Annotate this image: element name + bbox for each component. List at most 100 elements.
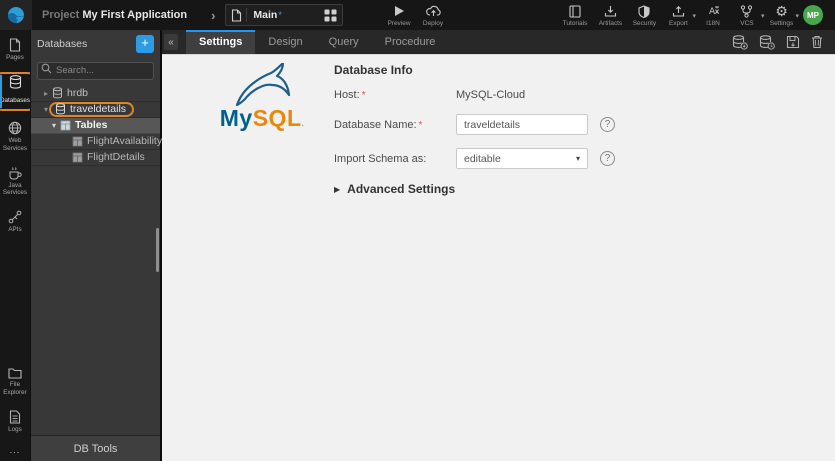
i18n-translate-icon: A bbox=[706, 4, 720, 18]
globe-icon bbox=[8, 121, 22, 135]
db-export-icon[interactable] bbox=[732, 34, 748, 50]
security-button[interactable]: Security bbox=[627, 4, 661, 27]
preview-button[interactable]: Preview bbox=[382, 4, 416, 27]
tree-item-label: Tables bbox=[75, 119, 108, 131]
export-button[interactable]: Export bbox=[661, 4, 695, 27]
tree-item-flightavailability[interactable]: FlightAvailability bbox=[31, 134, 162, 150]
required-marker: * bbox=[361, 90, 366, 101]
page-selector[interactable]: Main * bbox=[225, 4, 344, 26]
select-caret-icon: ▾ bbox=[575, 154, 580, 163]
tree-item-label: traveldetails bbox=[70, 103, 127, 115]
tab-procedure[interactable]: Procedure bbox=[372, 30, 449, 54]
page-icon bbox=[9, 38, 21, 52]
sidebar-item-databases[interactable]: Databases bbox=[0, 71, 35, 111]
divider bbox=[246, 8, 248, 22]
sidebar-label: Web Services bbox=[2, 136, 28, 152]
sidebar-label: APIs bbox=[8, 226, 22, 234]
import-schema-value: editable bbox=[464, 152, 501, 165]
database-tree: ▸ hrdb ▾ traveldetails ▾ Tables FlightAv… bbox=[31, 86, 162, 436]
page-icon bbox=[232, 8, 242, 22]
search-icon bbox=[41, 63, 52, 74]
user-avatar[interactable]: MP bbox=[803, 5, 823, 25]
tab-design[interactable]: Design bbox=[255, 30, 315, 54]
databases-panel: Databases + ▸ hrdb bbox=[30, 30, 162, 461]
sidebar-item-logs[interactable]: Logs bbox=[0, 408, 30, 436]
db-reimport-icon[interactable] bbox=[759, 34, 775, 50]
deploy-button[interactable]: Deploy bbox=[416, 4, 450, 27]
advanced-settings-toggle[interactable]: ▶ Advanced Settings bbox=[334, 182, 615, 196]
host-label: Host: * bbox=[334, 89, 366, 101]
database-icon bbox=[56, 103, 65, 115]
chevron-right-icon: › bbox=[211, 7, 216, 23]
chevron-expanded-icon[interactable]: ▾ bbox=[49, 121, 59, 130]
panel-scrollbar[interactable] bbox=[156, 228, 159, 272]
mysql-word-sql: SQL bbox=[252, 105, 302, 131]
tree-item-label: hrdb bbox=[67, 87, 89, 99]
mysql-logo: MySQL. bbox=[202, 63, 322, 130]
search-input[interactable] bbox=[37, 61, 154, 80]
import-schema-row: Import Schema as: editable ▾ ? bbox=[334, 148, 615, 169]
api-icon bbox=[8, 210, 22, 224]
pages-grid-icon[interactable] bbox=[324, 9, 337, 22]
table-icon bbox=[72, 136, 83, 146]
database-icon bbox=[9, 75, 21, 89]
artifacts-button[interactable]: Artifacts bbox=[593, 4, 627, 27]
shield-icon bbox=[638, 4, 651, 18]
add-database-button[interactable]: + bbox=[136, 35, 154, 53]
branch-icon bbox=[740, 4, 753, 18]
import-schema-help-icon[interactable]: ? bbox=[600, 151, 615, 166]
tree-item-hrdb[interactable]: ▸ hrdb bbox=[31, 86, 160, 102]
sidebar-item-java-services[interactable]: Java Services bbox=[0, 164, 30, 200]
sidebar-item-file-explorer[interactable]: File Explorer bbox=[0, 365, 30, 399]
database-icon bbox=[53, 87, 62, 99]
database-name-input[interactable] bbox=[456, 114, 588, 135]
i18n-button[interactable]: A I18N bbox=[696, 4, 730, 27]
collapse-panel-button[interactable]: « bbox=[164, 34, 178, 50]
preview-label: Preview bbox=[387, 20, 411, 27]
export-label: Export bbox=[669, 20, 688, 27]
db-tools-button[interactable]: DB Tools bbox=[31, 435, 160, 461]
deploy-label: Deploy bbox=[422, 20, 444, 27]
form-heading: Database Info bbox=[334, 63, 413, 77]
database-name-label: Database Name: * bbox=[334, 118, 423, 131]
sidebar-label: Logs bbox=[8, 426, 22, 434]
save-icon[interactable] bbox=[786, 35, 800, 49]
database-name-help-icon[interactable]: ? bbox=[600, 117, 615, 132]
tutorials-label: Tutorials bbox=[562, 20, 588, 27]
sidebar-more-button[interactable]: ... bbox=[10, 445, 21, 455]
tab-settings[interactable]: Settings bbox=[186, 30, 256, 54]
vcs-button[interactable]: VCS bbox=[730, 4, 764, 27]
folder-icon bbox=[8, 368, 22, 379]
sidebar-item-web-services[interactable]: Web Services bbox=[0, 119, 30, 155]
security-label: Security bbox=[632, 20, 657, 27]
tree-item-flightdetails[interactable]: FlightDetails bbox=[31, 150, 160, 166]
tutorials-button[interactable]: Tutorials bbox=[558, 4, 592, 27]
panel-title: Databases bbox=[37, 38, 88, 50]
sidebar-item-apis[interactable]: APIs bbox=[0, 208, 30, 236]
sidebar-item-pages[interactable]: Pages bbox=[0, 36, 30, 64]
import-schema-select[interactable]: editable ▾ bbox=[456, 148, 588, 169]
tree-item-traveldetails[interactable]: ▾ traveldetails bbox=[31, 101, 160, 118]
sidebar-label: Java Services bbox=[2, 181, 28, 197]
modified-marker: * bbox=[278, 10, 282, 20]
gear-icon: ⚙ bbox=[775, 3, 788, 19]
left-sidebar: Pages Databases Web Services Java Servic… bbox=[0, 30, 35, 461]
sidebar-label: Databases bbox=[0, 96, 31, 104]
tab-bar: « Settings Design Query Procedure bbox=[162, 30, 835, 54]
logs-document-icon bbox=[9, 410, 21, 424]
settings-button[interactable]: ⚙ Settings bbox=[764, 4, 798, 27]
host-row: Host: * MySQL-Cloud bbox=[334, 89, 615, 101]
chevron-collapsed-icon[interactable]: ▸ bbox=[41, 89, 51, 98]
delete-icon[interactable] bbox=[811, 35, 823, 49]
book-icon bbox=[569, 4, 581, 18]
i18n-label: I18N bbox=[706, 20, 720, 27]
import-schema-label: Import Schema as: bbox=[334, 152, 427, 165]
database-info-form: Database Info Host: * MySQL-Cloud Databas… bbox=[334, 63, 615, 196]
play-icon bbox=[394, 4, 405, 18]
artifacts-download-icon bbox=[604, 4, 617, 18]
mysql-word-my: My bbox=[219, 105, 253, 131]
advanced-caret-icon: ▶ bbox=[334, 184, 341, 194]
wavemaker-logo[interactable] bbox=[0, 0, 32, 30]
tab-query[interactable]: Query bbox=[316, 30, 372, 54]
tree-item-tables[interactable]: ▾ Tables bbox=[31, 117, 160, 134]
